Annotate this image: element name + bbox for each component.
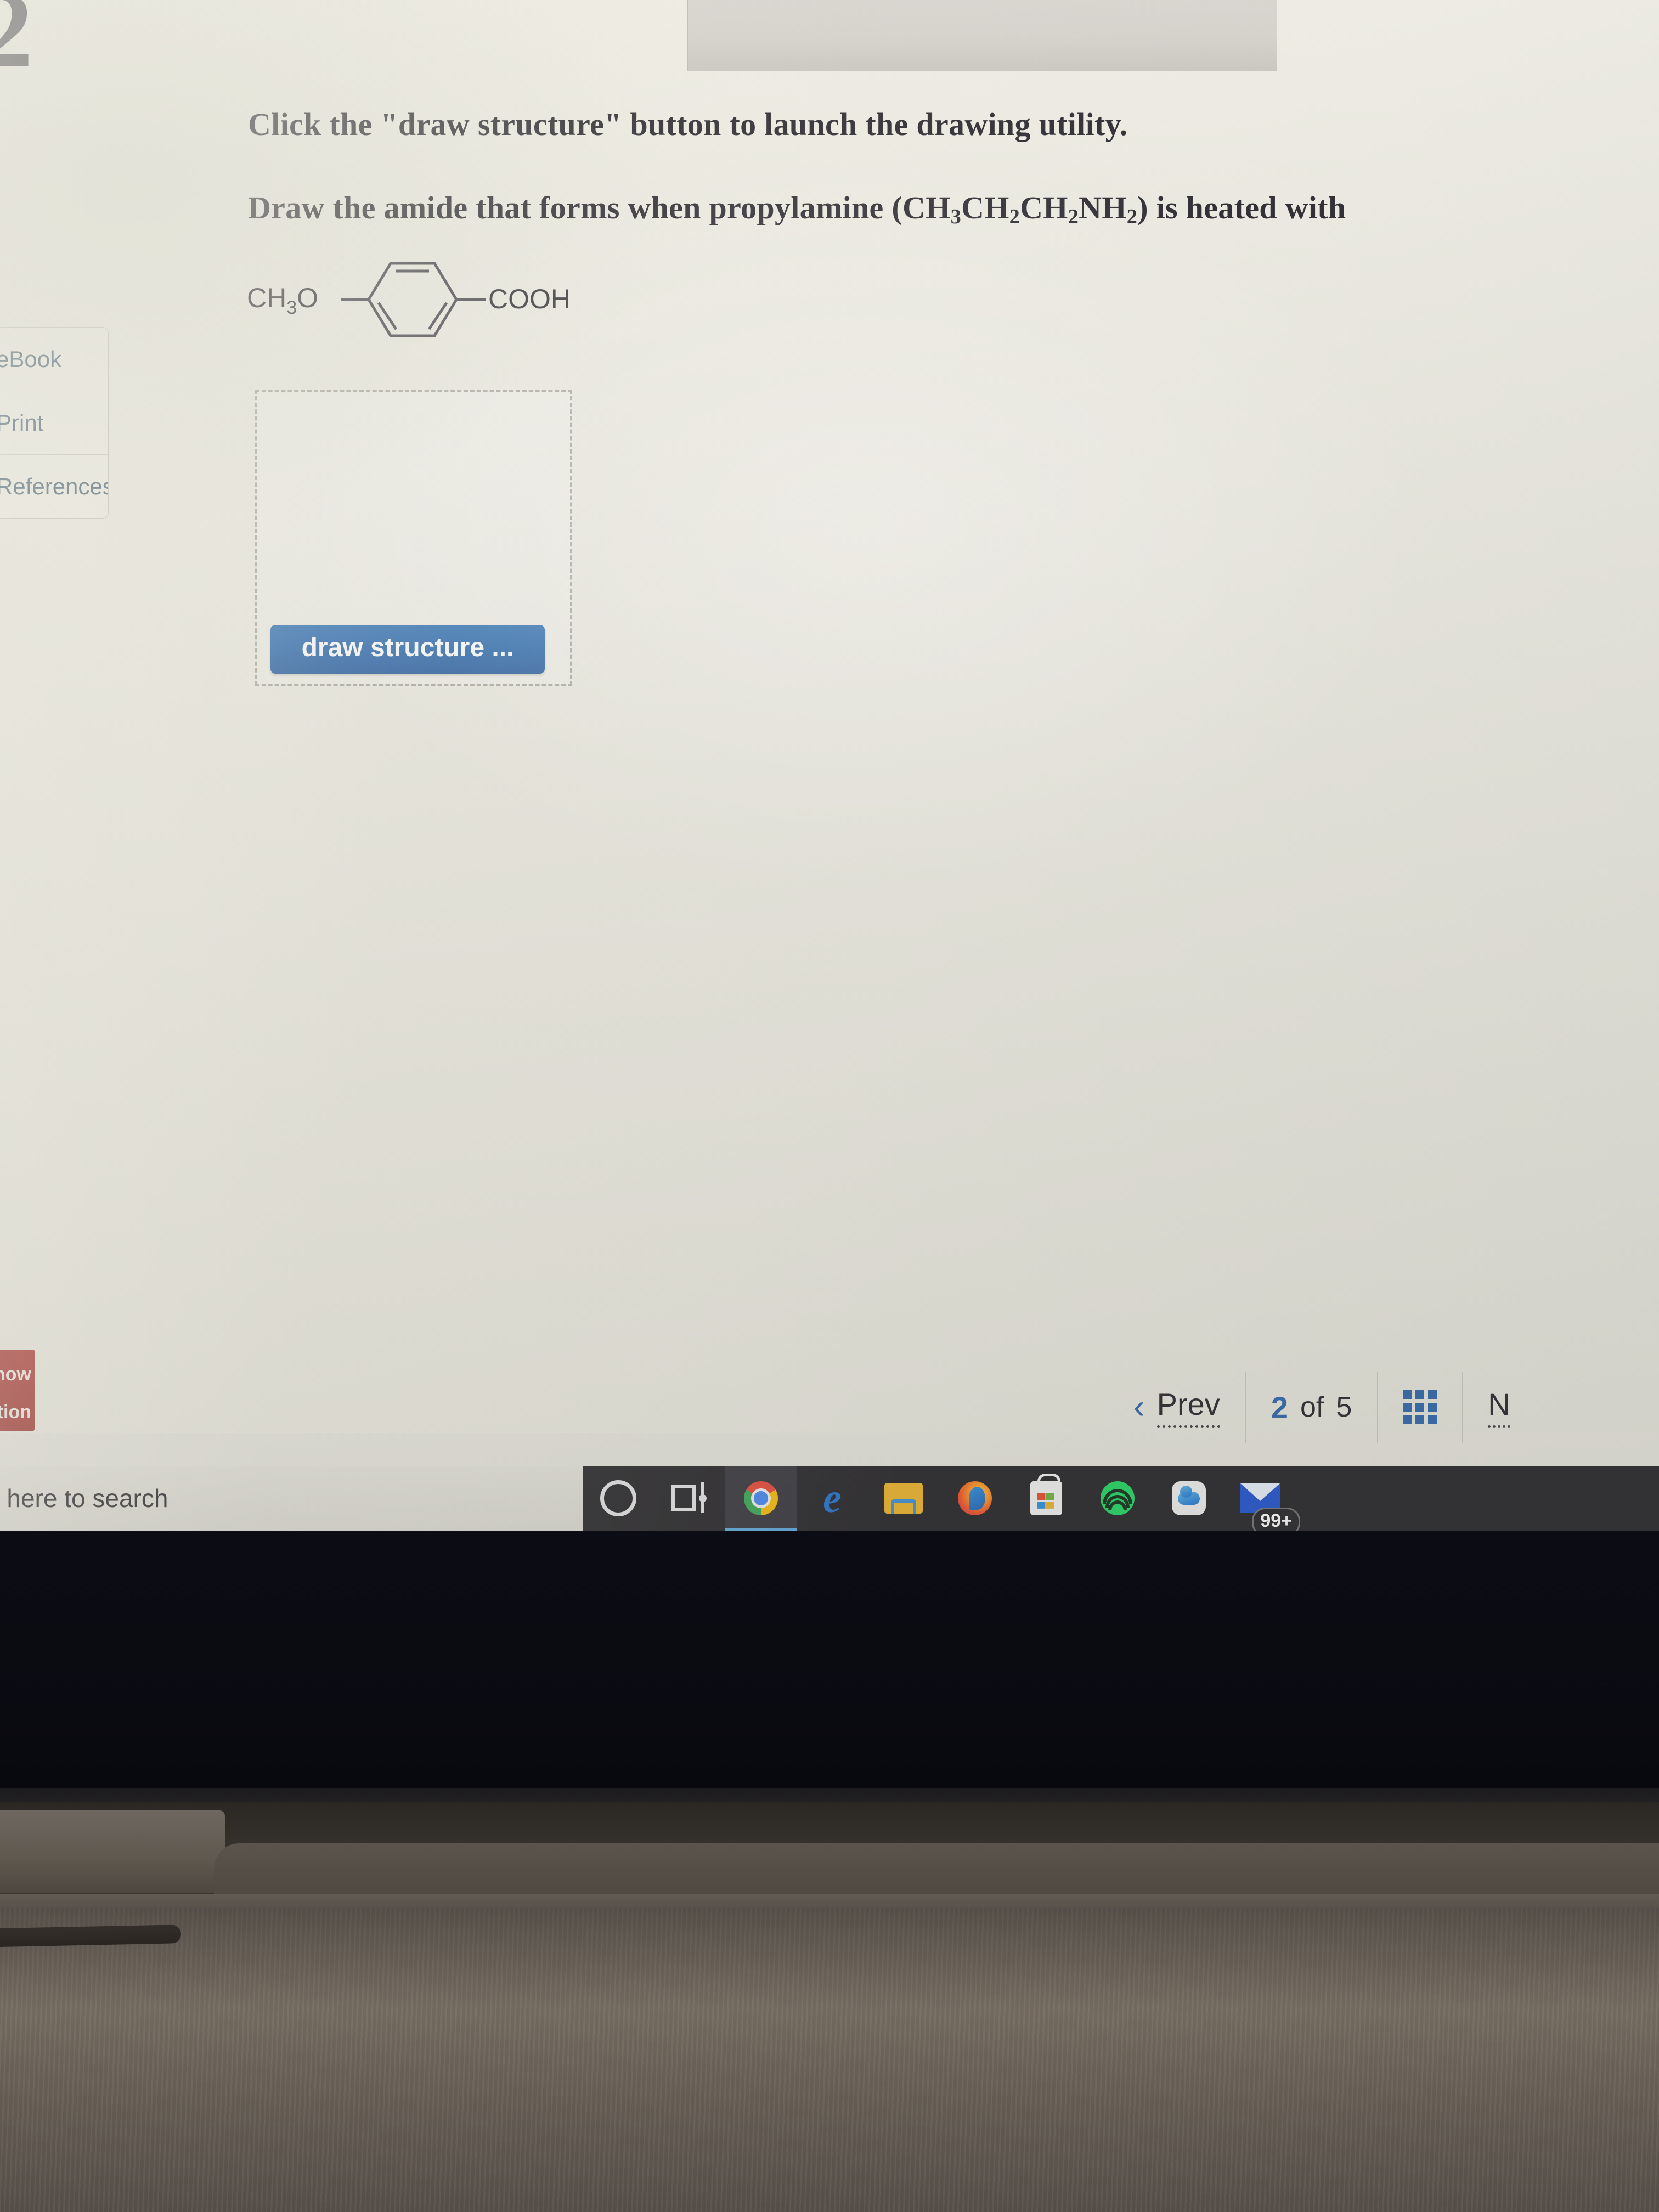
page-of-label: of <box>1300 1391 1324 1423</box>
draw-structure-button[interactable]: draw structure ... <box>270 625 545 674</box>
laptop-deck-left-panel <box>0 1810 225 1893</box>
sidebar-item-references[interactable]: References <box>0 455 108 518</box>
badge-line-2: Explanation <box>0 1402 31 1423</box>
file-explorer-icon[interactable] <box>868 1466 939 1531</box>
chemical-structure-4-methoxybenzoic-acid: CH3O COOH <box>247 242 664 348</box>
desk-edge-highlight <box>0 1894 1659 1908</box>
grid-cell[interactable] <box>1378 1372 1463 1443</box>
sidebar-item-ebook[interactable]: eBook <box>0 328 108 391</box>
benzene-ring <box>367 262 458 337</box>
chevron-left-icon[interactable]: ‹ <box>1133 1390 1145 1424</box>
check-cell: Check my work <box>926 0 1277 71</box>
next-cell[interactable]: N <box>1463 1372 1535 1443</box>
structure-svg: CH3O COOH <box>247 262 571 337</box>
question-instruction: Click the "draw structure" button to lau… <box>248 106 1128 142</box>
prev-cell[interactable]: ‹ Prev <box>1108 1372 1246 1443</box>
answer-drop-area[interactable]: draw structure ... <box>255 390 572 686</box>
current-page: 2 <box>1271 1390 1288 1425</box>
sidebar-item-label: eBook <box>0 346 62 372</box>
firefox-icon[interactable] <box>939 1466 1011 1531</box>
desk-surface <box>0 1894 1659 2212</box>
search-input[interactable]: e here to search <box>0 1466 583 1531</box>
prompt-text: Draw the amide that forms when propylami… <box>248 190 1346 229</box>
sidebar-item-print[interactable]: Print <box>0 391 108 455</box>
search-placeholder: e here to search <box>0 1484 168 1513</box>
sidebar-item-label: References <box>0 473 109 499</box>
badge-line-1: Show <box>0 1364 31 1385</box>
grid-view-icon[interactable] <box>1403 1390 1437 1424</box>
cortana-icon[interactable] <box>583 1466 654 1531</box>
attempts-cell: 3 attempts left <box>688 0 926 71</box>
windows-taskbar: e here to search e 99+ <box>0 1466 1659 1536</box>
question-toolbar: 3 attempts left Check my work <box>687 0 1277 71</box>
spotify-icon[interactable] <box>1082 1466 1153 1531</box>
laptop-bezel <box>0 1531 1659 1887</box>
carboxyl-label: COOH <box>488 284 571 314</box>
left-sidebar: eBook Print References <box>0 327 109 519</box>
task-view-icon[interactable] <box>654 1466 725 1531</box>
prev-button[interactable]: Prev <box>1156 1386 1220 1428</box>
taskbar-icon-tray: e 99+ <box>583 1466 1659 1536</box>
quiz-page: 2 3 attempts left Check my work eBook Pr… <box>0 0 1659 1443</box>
next-button[interactable]: N <box>1488 1386 1510 1428</box>
total-pages: 5 <box>1336 1391 1352 1423</box>
attempts-count: 3 <box>730 0 750 3</box>
question-number: 2 <box>0 0 33 89</box>
methoxy-label: CH3O <box>247 283 318 318</box>
question-pager: ‹ Prev 2 of 5 N <box>1108 1372 1659 1443</box>
sidebar-item-label: Print <box>0 409 44 436</box>
onedrive-icon[interactable] <box>1153 1466 1224 1531</box>
show-explanation-badge[interactable]: Show Explanation <box>0 1350 35 1431</box>
page-indicator: 2 of 5 <box>1246 1372 1378 1443</box>
laptop-screen: 2 3 attempts left Check my work eBook Pr… <box>0 0 1659 1536</box>
edge-icon[interactable]: e <box>797 1466 868 1531</box>
question-prompt: Draw the amide that forms when propylami… <box>248 188 1411 230</box>
microsoft-store-icon[interactable] <box>1011 1466 1082 1531</box>
mail-icon[interactable]: 99+ <box>1224 1466 1300 1536</box>
chrome-icon[interactable] <box>725 1466 797 1531</box>
